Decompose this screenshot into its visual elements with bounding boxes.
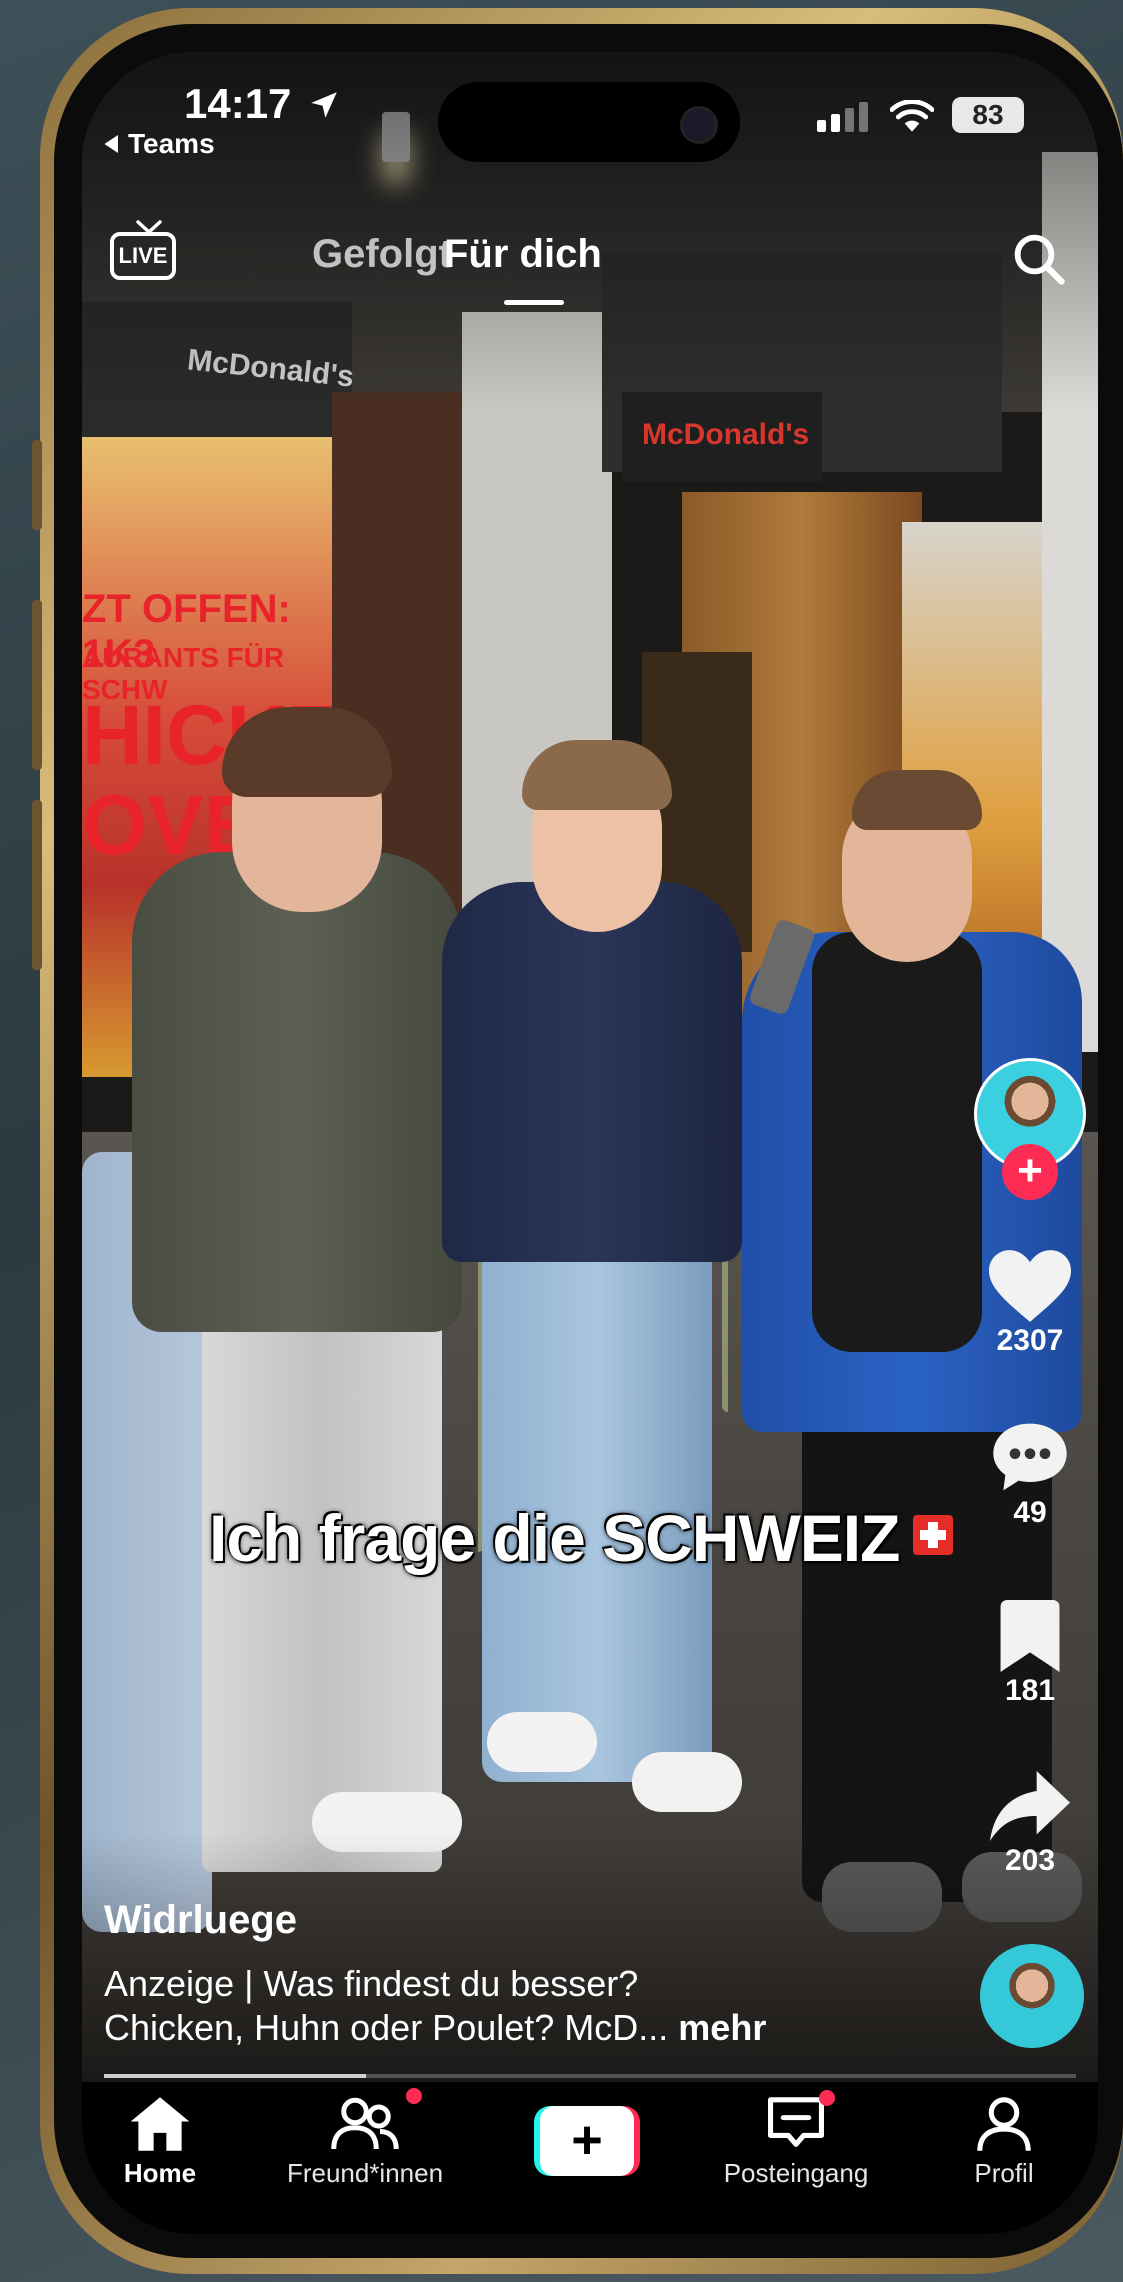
follow-plus-button[interactable]: + <box>1002 1144 1058 1200</box>
comment-button[interactable]: 49 <box>962 1420 1098 1530</box>
description-line-2: Chicken, Huhn oder Poulet? McD... mehr <box>104 2006 964 2050</box>
tab-gefolgt[interactable]: Gefolgt <box>312 232 452 277</box>
volume-down-button <box>32 800 42 970</box>
notification-dot <box>406 2088 422 2104</box>
home-icon <box>130 2097 190 2151</box>
person-left-jacket <box>132 852 462 1332</box>
back-link-label: Teams <box>128 128 215 159</box>
description-text: Chicken, Huhn oder Poulet? McD... <box>104 2007 669 2048</box>
create-button[interactable]: + <box>534 2106 640 2176</box>
person-left-hair <box>222 707 392 797</box>
active-tab-indicator <box>504 300 564 305</box>
front-camera <box>680 106 718 144</box>
friends-icon <box>331 2097 399 2150</box>
video-caption: Ich frage die SCHWEIZ <box>209 1500 954 1576</box>
tab-posteingang[interactable]: Posteingang <box>711 2090 881 2189</box>
comment-count: 49 <box>1013 1496 1047 1529</box>
video-player[interactable]: McDonald's ZT OFFEN: 1K3 AURANTS FÜR SCH… <box>82 52 1098 2092</box>
caption-text: Ich frage die SCHWEIZ <box>209 1501 900 1575</box>
tab-label: Gefolgt <box>312 232 452 276</box>
live-button[interactable]: LIVE <box>110 232 176 280</box>
heart-icon <box>989 1250 1071 1322</box>
person-center-jeans <box>482 1182 712 1782</box>
description-line: Anzeige | Was findest du besser? <box>104 1963 639 2004</box>
author-label: Widrluege <box>104 1898 297 1942</box>
bookmark-icon <box>1000 1600 1060 1672</box>
person-center-shoe <box>487 1712 597 1772</box>
author-username[interactable]: Widrluege <box>104 1898 297 1943</box>
status-time: 14:17 <box>184 80 341 128</box>
notification-dot <box>819 2090 835 2106</box>
back-to-teams-link[interactable]: Teams <box>104 128 215 160</box>
more-link[interactable]: mehr <box>678 2007 766 2048</box>
person-center-hair <box>522 740 672 810</box>
back-triangle-icon <box>104 135 118 153</box>
signal-icon <box>817 102 868 132</box>
search-icon[interactable] <box>1012 232 1066 286</box>
screen: McDonald's ZT OFFEN: 1K3 AURANTS FÜR SCH… <box>82 52 1098 2234</box>
tab-freundinnen[interactable]: Freund*innen <box>280 2088 450 2189</box>
like-count: 2307 <box>996 1324 1064 1357</box>
dynamic-island <box>438 82 740 162</box>
comment-icon <box>993 1423 1067 1491</box>
tab-label: Home <box>123 2158 197 2188</box>
bookmark-count: 181 <box>1004 1674 1056 1707</box>
wifi-icon <box>890 100 934 132</box>
person-center-shoe <box>632 1752 742 1812</box>
bookmark-button[interactable]: 181 <box>962 1600 1098 1708</box>
person-center-sweater <box>442 882 742 1262</box>
profile-icon <box>977 2097 1031 2151</box>
live-label: LIVE <box>118 243 168 268</box>
clock-text: 14:17 <box>184 80 292 127</box>
volume-up-button <box>32 600 42 770</box>
video-progress-fill <box>104 2074 367 2078</box>
person-right-hoodie <box>812 932 982 1352</box>
tab-fuer-dich[interactable]: Für dich <box>444 232 602 277</box>
tab-label: Freund*innen <box>286 2158 444 2188</box>
like-button[interactable]: 2307 <box>962 1250 1098 1358</box>
share-arrow-icon <box>990 1771 1070 1841</box>
tab-home[interactable]: Home <box>82 2096 245 2189</box>
tab-label: Posteingang <box>723 2158 869 2188</box>
video-progress-bar[interactable] <box>104 2074 1076 2078</box>
location-arrow-icon <box>311 92 337 118</box>
tab-profil[interactable]: Profil <box>919 2096 1089 2189</box>
create-plus-icon: + <box>540 2106 634 2176</box>
battery-level: 83 <box>972 99 1004 130</box>
mute-switch <box>32 440 42 530</box>
share-count: 203 <box>1004 1844 1056 1877</box>
swiss-flag-icon <box>913 1515 954 1555</box>
tab-label: Für dich <box>444 232 602 276</box>
share-button[interactable]: 203 <box>962 1770 1098 1878</box>
person-right-hair <box>852 770 982 830</box>
post-description[interactable]: Anzeige | Was findest du besser? Chicken… <box>104 1962 964 2050</box>
creator-avatar[interactable]: + <box>974 1058 1086 1200</box>
tab-label: Profil <box>974 2158 1034 2188</box>
battery-icon: 83 <box>952 97 1024 133</box>
inbox-icon <box>768 2097 824 2147</box>
music-disc[interactable] <box>980 1944 1084 2048</box>
bottom-tab-bar: Home Freund*innen + Posteingang Profil <box>82 2082 1098 2234</box>
